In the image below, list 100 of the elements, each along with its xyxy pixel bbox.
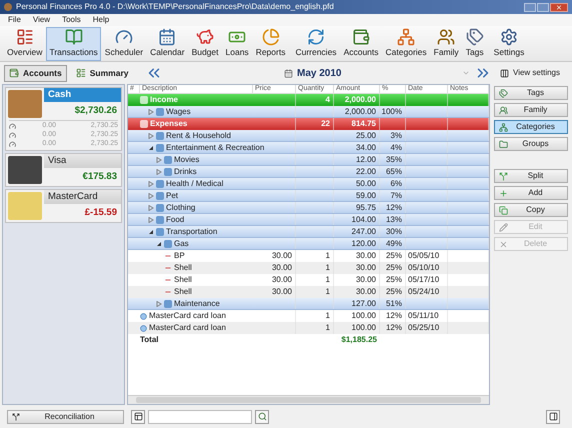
- table-cell: 30.00: [356, 264, 376, 272]
- table-cell: 100%: [382, 108, 402, 116]
- table-row[interactable]: Entertainment & Recreation 34.00 4%: [128, 142, 489, 154]
- table-cell: 4%: [390, 144, 402, 152]
- table-cell: 12%: [386, 204, 402, 212]
- table-cell: 30.00: [356, 288, 376, 296]
- table-cell: 22: [321, 120, 330, 128]
- table-row[interactable]: Maintenance 127.00 51%: [128, 298, 489, 310]
- table-cell: 814.75: [352, 120, 376, 128]
- side-button[interactable]: Groups: [494, 137, 568, 151]
- table-cell: 25.00: [356, 132, 376, 140]
- panel-tab[interactable]: Summary: [70, 64, 134, 82]
- table-cell: 3%: [390, 132, 402, 140]
- table-row[interactable]: Rent & Household 25.00 3%: [128, 130, 489, 142]
- description-text: Clothing: [166, 204, 196, 212]
- table-cell: 2,000.00: [344, 96, 376, 104]
- table-row[interactable]: Shell 30.00 1 30.00 25% 05/10/10: [128, 262, 489, 274]
- table-cell: 30.00: [272, 252, 292, 260]
- table-cell: 1: [326, 264, 330, 272]
- table-row[interactable]: Drinks 22.00 65%: [128, 166, 489, 178]
- toolbar-button[interactable]: Transactions: [46, 27, 101, 61]
- table-row[interactable]: Health / Medical 50.00 6%: [128, 178, 489, 190]
- account-card[interactable]: MasterCard £-15.59: [5, 189, 122, 223]
- table-cell: 59.00: [356, 192, 376, 200]
- description-text: Food: [166, 216, 184, 224]
- description-text: Drinks: [174, 168, 197, 176]
- table-row[interactable]: Shell 30.00 1 30.00 25% 05/24/10: [128, 286, 489, 298]
- view-settings-button[interactable]: View settings: [496, 67, 564, 79]
- account-balance: €175.83: [82, 170, 118, 184]
- table-row[interactable]: Expenses 22 814.75: [128, 118, 489, 130]
- period-label: May 2010: [297, 66, 342, 80]
- toolbar-button[interactable]: Categories: [382, 27, 430, 61]
- table-row[interactable]: Transportation 247.00 30%: [128, 226, 489, 238]
- table-cell: 95.75: [356, 204, 376, 212]
- description-text: Shell: [174, 264, 192, 272]
- table-cell: 13%: [386, 216, 402, 224]
- side-button[interactable]: Family: [494, 103, 568, 117]
- table-cell: 1: [326, 324, 330, 332]
- reconciliation-button[interactable]: Reconciliation: [7, 410, 124, 424]
- table-cell: 30.00: [356, 276, 376, 284]
- side-button[interactable]: Categories: [494, 120, 568, 134]
- description-text: Wages: [166, 108, 191, 116]
- table-cell: 30.00: [272, 276, 292, 284]
- table-row[interactable]: Wages 2,000.00 100%: [128, 106, 489, 118]
- table-cell: 100.00: [352, 312, 376, 320]
- table-row[interactable]: Clothing 95.75 12%: [128, 202, 489, 214]
- toolbar-button[interactable]: Budget: [188, 27, 222, 61]
- window-title: Personal Finances Pro 4.0 - D:\Work\TEMP\PersonalFinancesPro\Data\demo_english.pfd: [16, 1, 334, 13]
- description-text: Income: [150, 96, 178, 104]
- table-cell: 127.00: [352, 300, 376, 308]
- action-button[interactable]: Add: [494, 186, 568, 200]
- toolbar-button[interactable]: Currencies: [292, 27, 340, 61]
- menu-item[interactable]: File: [8, 14, 21, 26]
- table-cell: 05/25/10: [408, 324, 440, 332]
- table-cell: 25%: [386, 288, 402, 296]
- account-name: Visa: [48, 154, 66, 168]
- description-text: BP: [174, 252, 185, 260]
- table-cell: 7%: [390, 192, 402, 200]
- description-text: Pet: [166, 192, 178, 200]
- panel-tab[interactable]: Accounts: [4, 64, 67, 82]
- toolbar-button[interactable]: Accounts: [340, 27, 382, 61]
- description-text: Health / Medical: [166, 180, 224, 188]
- toolbar-button[interactable]: Loans: [222, 27, 252, 61]
- total-label: Total: [140, 334, 160, 346]
- table-cell: 30%: [386, 228, 402, 236]
- menu-item[interactable]: Help: [92, 14, 110, 26]
- toolbar-button[interactable]: Tags: [462, 27, 487, 61]
- table-cell: 12%: [386, 312, 402, 320]
- table-cell: 1: [326, 252, 330, 260]
- account-balance: £-15.59: [84, 206, 118, 220]
- toolbar-button[interactable]: Overview: [4, 27, 46, 61]
- action-button[interactable]: Split: [494, 169, 568, 183]
- table-row[interactable]: Movies 12.00 35%: [128, 154, 489, 166]
- table-row[interactable]: Pet 59.00 7%: [128, 190, 489, 202]
- side-button[interactable]: Tags: [494, 86, 568, 100]
- toolbar-button[interactable]: Reports: [252, 27, 288, 61]
- account-balance: $2,730.26: [74, 104, 118, 118]
- table-cell: 104.00: [352, 216, 376, 224]
- total-amount: $1,185.25: [340, 334, 378, 346]
- table-cell: 22.00: [356, 168, 376, 176]
- description-text: MasterCard card loan: [149, 312, 226, 320]
- toolbar-button[interactable]: Settings: [490, 27, 528, 61]
- action-button[interactable]: Copy: [494, 203, 568, 217]
- table-cell: 49%: [386, 240, 402, 248]
- table-cell: 05/17/10: [408, 276, 440, 284]
- table-cell: 6%: [390, 180, 402, 188]
- account-name: Cash: [48, 88, 72, 102]
- table-row[interactable]: Gas 120.00 49%: [128, 238, 489, 250]
- table-cell: 1: [326, 288, 330, 296]
- toolbar-button[interactable]: Calendar: [147, 27, 188, 61]
- menu-item[interactable]: Tools: [62, 14, 81, 26]
- menu-item[interactable]: View: [32, 14, 50, 26]
- account-card[interactable]: Visa €175.83: [5, 153, 122, 187]
- table-cell: 12%: [386, 324, 402, 332]
- table-cell: 12.00: [356, 156, 376, 164]
- description-text: Transportation: [166, 228, 218, 236]
- table-row[interactable]: Food 104.00 13%: [128, 214, 489, 226]
- toolbar-button[interactable]: Family: [430, 27, 462, 61]
- table-row[interactable]: MasterCard card loan 1 100.00 12% 05/25/10: [128, 322, 489, 334]
- toolbar-button[interactable]: Scheduler: [102, 27, 146, 61]
